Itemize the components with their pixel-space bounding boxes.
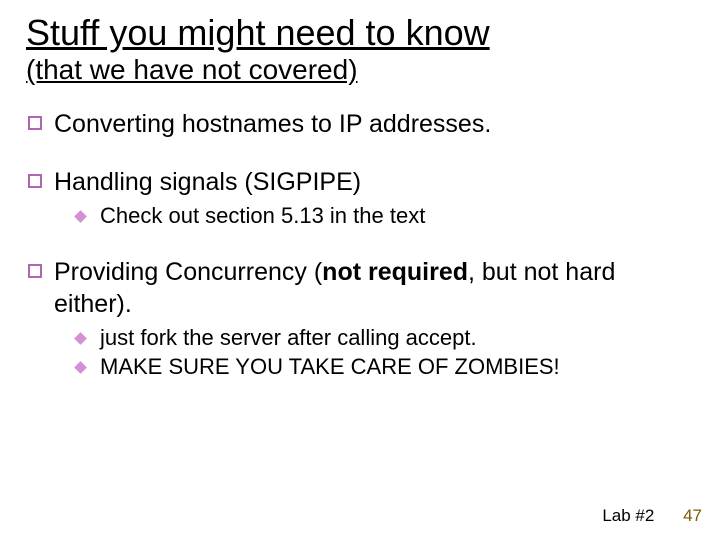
slide: Stuff you might need to know (that we ha… — [0, 0, 720, 540]
slide-title: Stuff you might need to know — [26, 14, 694, 53]
sub-bullet-list: Check out section 5.13 in the text — [54, 202, 694, 230]
slide-footer: Lab #2 47 — [602, 506, 702, 526]
bullet-item: Providing Concurrency (not required, but… — [26, 256, 694, 381]
bullet-text-strong: not required — [322, 258, 468, 286]
sub-bullet-text: just fork the server after calling accep… — [100, 325, 477, 350]
page-number: 47 — [683, 506, 702, 525]
slide-subtitle: (that we have not covered) — [26, 55, 694, 84]
bullet-list: Converting hostnames to IP addresses. Ha… — [26, 108, 694, 381]
footer-label: Lab #2 — [602, 506, 654, 525]
bullet-item: Handling signals (SIGPIPE) Check out sec… — [26, 166, 694, 230]
sub-bullet-list: just fork the server after calling accep… — [54, 324, 694, 381]
sub-bullet-text: Check out section 5.13 in the text — [100, 203, 425, 228]
sub-bullet-item: Check out section 5.13 in the text — [54, 202, 694, 230]
sub-bullet-item: MAKE SURE YOU TAKE CARE OF ZOMBIES! — [54, 353, 694, 381]
bullet-text: Handling signals (SIGPIPE) — [54, 168, 361, 196]
bullet-item: Converting hostnames to IP addresses. — [26, 108, 694, 140]
bullet-text: Converting hostnames to IP addresses. — [54, 110, 491, 138]
sub-bullet-text: MAKE SURE YOU TAKE CARE OF ZOMBIES! — [100, 354, 560, 379]
sub-bullet-item: just fork the server after calling accep… — [54, 324, 694, 352]
bullet-text-pre: Providing Concurrency ( — [54, 258, 322, 286]
